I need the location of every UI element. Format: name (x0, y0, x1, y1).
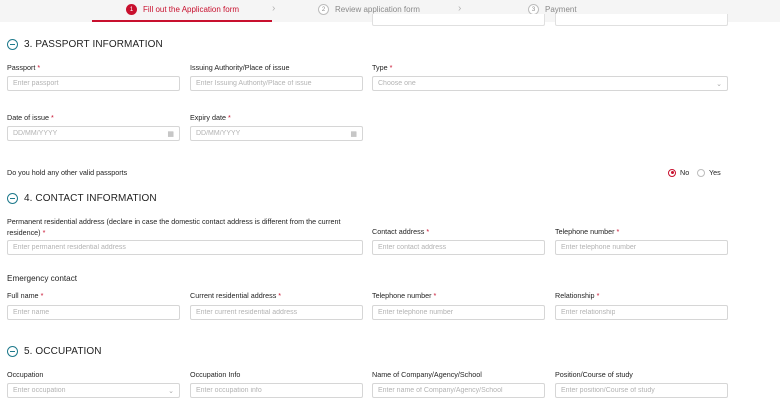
radio-yes[interactable]: Yes (697, 168, 721, 177)
passport-input[interactable]: Enter passport (7, 76, 180, 91)
current-address-label: Current residential address * (190, 291, 282, 300)
radio-icon[interactable] (697, 168, 705, 177)
other-passports-question: Do you hold any other valid passports (7, 168, 128, 177)
section-passport-header[interactable]: 3. PASSPORT INFORMATION (7, 39, 163, 50)
current-address-input[interactable]: Enter current residential address (190, 305, 363, 320)
occupation-info-label: Occupation Info (190, 370, 241, 379)
position-input[interactable]: Enter position/Course of study (555, 383, 728, 398)
chevron-down-icon: ⌄ (168, 387, 174, 395)
radio-label: Yes (709, 168, 721, 177)
date-of-issue-picker[interactable]: DD/MM/YYYY ▦ (7, 126, 180, 141)
chevron-right-icon: › (458, 3, 462, 14)
chevron-right-icon: › (272, 3, 276, 14)
step-number: 2 (318, 4, 329, 15)
emergency-contact-heading: Emergency contact (7, 274, 78, 283)
radio-label: No (680, 168, 690, 177)
relationship-input[interactable]: Enter relationship (555, 305, 728, 320)
company-input[interactable]: Enter name of Company/Agency/School (372, 383, 545, 398)
step-label: Fill out the Application form (143, 5, 240, 14)
full-name-input[interactable]: Enter name (7, 305, 180, 320)
contact-address-label: Contact address * (372, 227, 430, 236)
permanent-address-input[interactable]: Enter permanent residential address (7, 240, 363, 255)
passport-type-label: Type * (372, 63, 393, 72)
section-title: 5. OCCUPATION (24, 346, 102, 357)
section-title: 4. CONTACT INFORMATION (24, 193, 157, 204)
section-title: 3. PASSPORT INFORMATION (24, 39, 163, 50)
section-occupation-header[interactable]: 5. OCCUPATION (7, 346, 102, 357)
radio-selected-icon[interactable] (668, 168, 676, 177)
issuing-authority-label: Issuing Authority/Place of issue (190, 63, 290, 72)
occupation-select[interactable]: Enter occupation ⌄ (7, 383, 180, 398)
date-of-issue-label: Date of issue * (7, 113, 54, 122)
expiry-date-label: Expiry date * (190, 113, 231, 122)
occupation-info-input[interactable]: Enter occupation info (190, 383, 363, 398)
section-contact-header[interactable]: 4. CONTACT INFORMATION (7, 193, 157, 204)
emergency-telephone-label: Telephone number * (372, 291, 437, 300)
company-label: Name of Company/Agency/School (372, 370, 482, 379)
calendar-icon: ▦ (167, 130, 174, 138)
emergency-telephone-input[interactable]: Enter telephone number (372, 305, 545, 320)
telephone-label: Telephone number * (555, 227, 620, 236)
step-fill-form[interactable]: 1 Fill out the Application form (126, 4, 239, 15)
chevron-down-icon: ⌄ (716, 80, 722, 88)
radio-no[interactable]: No (668, 168, 689, 177)
relationship-label: Relationship * (555, 291, 600, 300)
expiry-date-picker[interactable]: DD/MM/YYYY ▦ (190, 126, 363, 141)
step-label: Review application form (335, 5, 420, 14)
permanent-address-label: Permanent residential address (declare i… (7, 217, 341, 237)
contact-address-input[interactable]: Enter contact address (372, 240, 545, 255)
collapse-icon[interactable] (7, 39, 18, 50)
occupation-label: Occupation (7, 370, 44, 379)
previous-field-stub (372, 14, 545, 26)
full-name-label: Full name * (7, 291, 44, 300)
position-label: Position/Course of study (555, 370, 633, 379)
step-number: 1 (126, 4, 137, 15)
collapse-icon[interactable] (7, 193, 18, 204)
step-label: Payment (545, 5, 577, 14)
previous-field-stub (555, 14, 728, 26)
passport-label: Passport * (7, 63, 41, 72)
active-step-underline (92, 20, 272, 22)
collapse-icon[interactable] (7, 346, 18, 357)
telephone-input[interactable]: Enter telephone number (555, 240, 728, 255)
calendar-icon: ▦ (350, 130, 357, 138)
issuing-authority-input[interactable]: Enter Issuing Authority/Place of issue (190, 76, 363, 91)
passport-type-select[interactable]: Choose one ⌄ (372, 76, 728, 91)
